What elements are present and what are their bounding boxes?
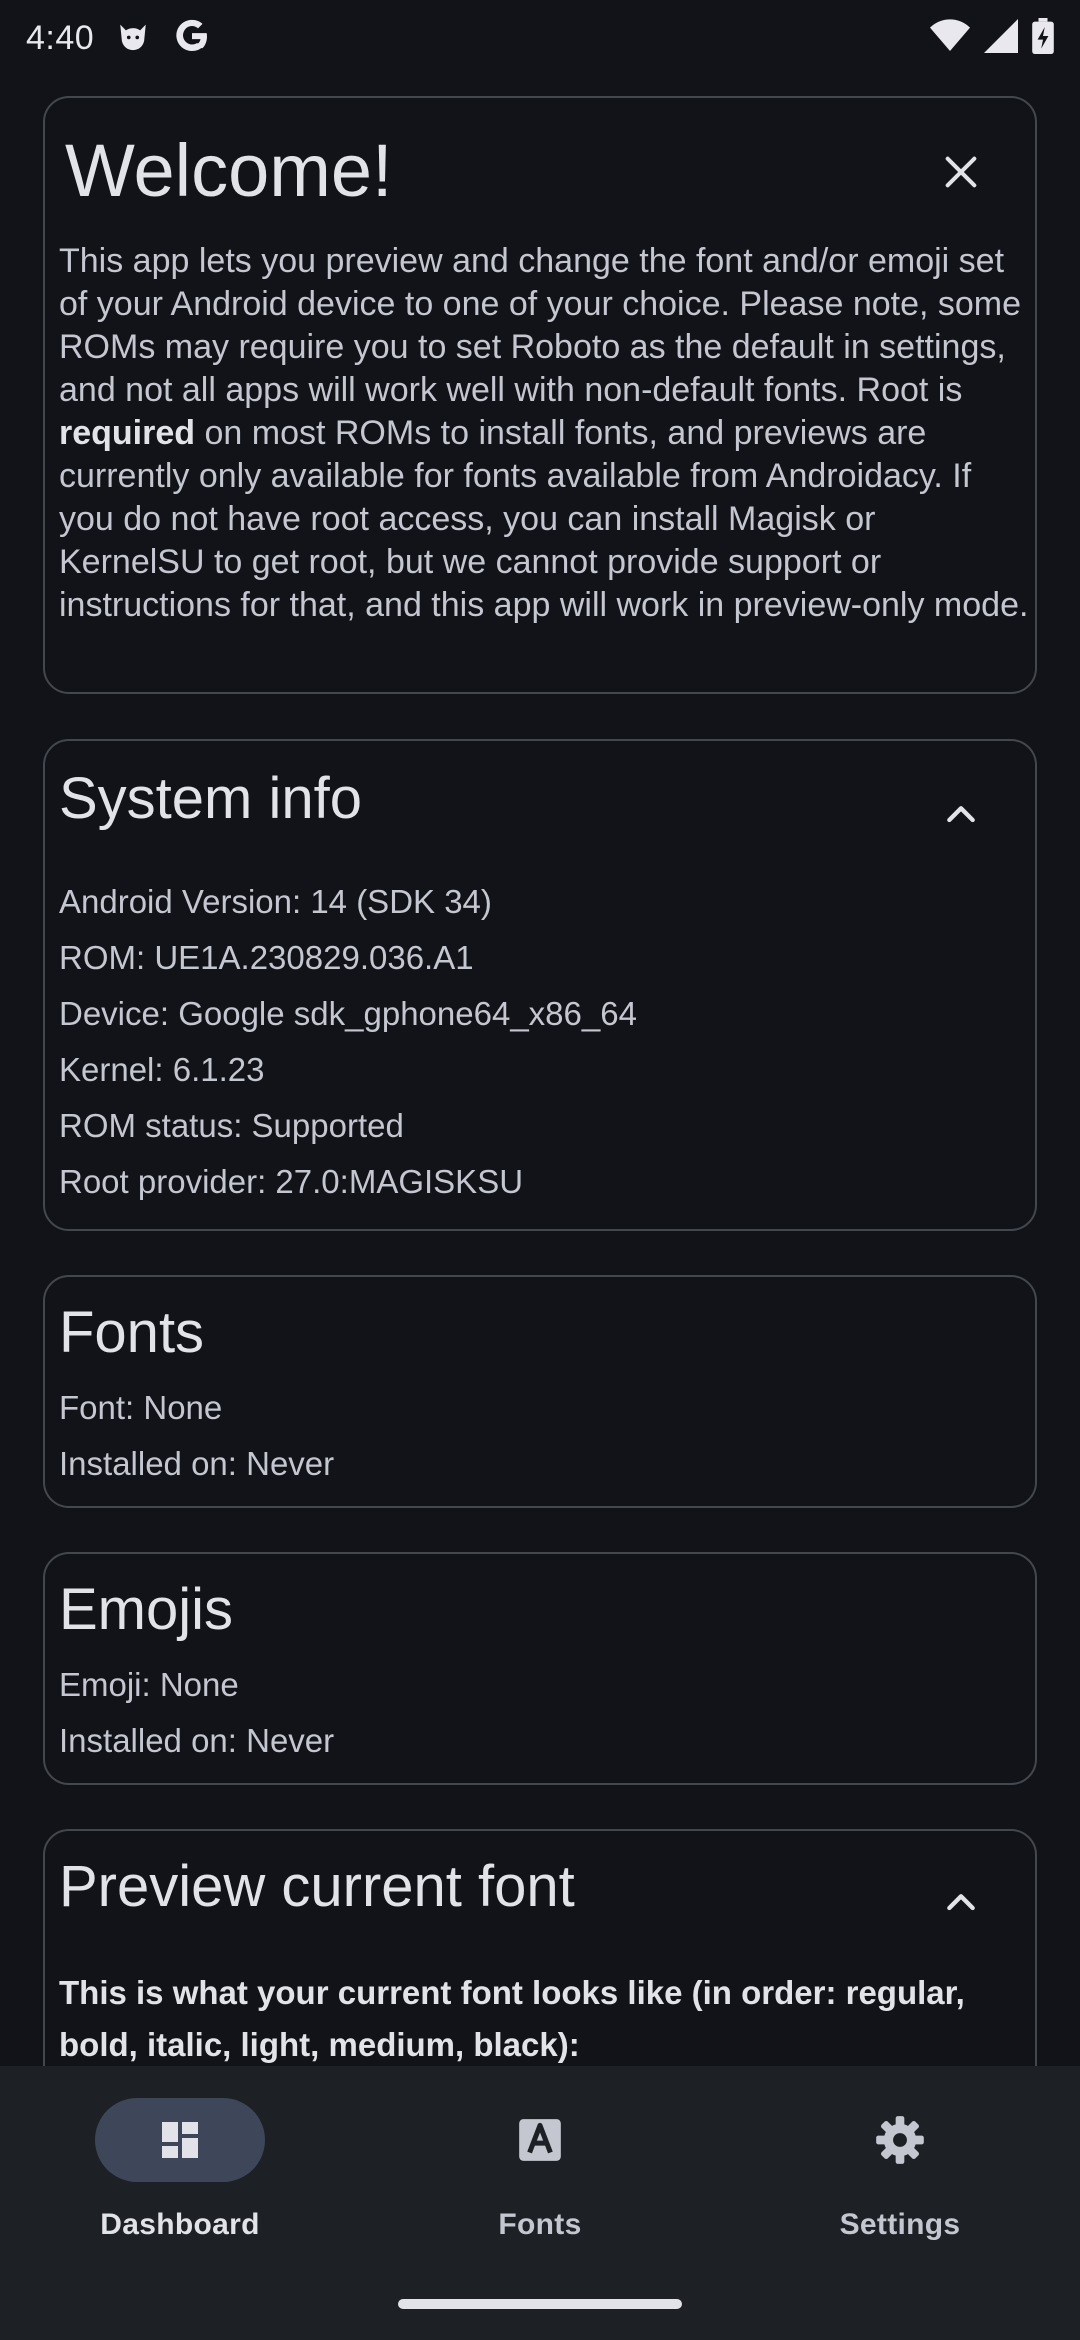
info-android-version: Android Version: 14 (SDK 34) xyxy=(59,883,492,920)
preview-font-title: Preview current font xyxy=(59,1854,575,1919)
close-button[interactable] xyxy=(925,136,997,208)
fonts-title: Fonts xyxy=(59,1300,205,1365)
cat-face-icon xyxy=(116,19,150,58)
status-time: 4:40 xyxy=(26,18,95,57)
collapse-system-info-button[interactable] xyxy=(925,779,997,851)
welcome-text: This app lets you preview and change the… xyxy=(59,240,1029,627)
collapse-preview-button[interactable] xyxy=(925,1867,997,1939)
chevron-up-icon xyxy=(947,806,975,823)
dashboard-icon xyxy=(162,2122,198,2158)
info-rom: ROM: UE1A.230829.036.A1 xyxy=(59,939,474,976)
status-left: 4:40 xyxy=(26,16,212,61)
info-root-provider: Root provider: 27.0:MAGISKSU xyxy=(59,1163,524,1200)
nav-label-dashboard: Dashboard xyxy=(100,2208,260,2241)
battery-charging-icon xyxy=(1032,17,1054,59)
font-installed-on: Installed on: Never xyxy=(59,1445,335,1482)
gesture-navigation-bar[interactable] xyxy=(398,2299,682,2309)
gear-icon xyxy=(876,2116,924,2164)
nav-icon-container xyxy=(455,2098,625,2182)
nav-active-indicator xyxy=(95,2098,265,2182)
preview-font-card: Preview current font This is what your c… xyxy=(43,1829,1037,2066)
fonts-card[interactable]: Fonts Font: None Installed on: Never xyxy=(43,1275,1037,1508)
nav-item-dashboard[interactable]: Dashboard xyxy=(0,2066,360,2266)
google-g-icon xyxy=(172,16,212,61)
screen: 4:40 Welcome! This app lets you preview … xyxy=(0,0,1080,2340)
wifi-icon xyxy=(930,18,970,58)
info-kernel: Kernel: 6.1.23 xyxy=(59,1051,265,1088)
emoji-installed-on: Installed on: Never xyxy=(59,1722,335,1759)
dashboard-content[interactable]: Welcome! This app lets you preview and c… xyxy=(0,76,1080,2066)
emojis-title: Emojis xyxy=(59,1577,234,1642)
emojis-card[interactable]: Emojis Emoji: None Installed on: Never xyxy=(43,1552,1037,1785)
info-rom-status: ROM status: Supported xyxy=(59,1107,404,1144)
nav-item-fonts[interactable]: Fonts xyxy=(360,2066,720,2266)
system-info-card: System info Android Version: 14 (SDK 34)… xyxy=(43,739,1037,1231)
nav-item-settings[interactable]: Settings xyxy=(720,2066,1080,2266)
font-a-icon xyxy=(519,2119,561,2161)
welcome-text-part-1: This app lets you preview and change the… xyxy=(59,242,1022,409)
close-icon xyxy=(945,156,977,188)
welcome-card: Welcome! This app lets you preview and c… xyxy=(43,96,1037,694)
nav-label-fonts: Fonts xyxy=(498,2208,582,2241)
status-right xyxy=(930,17,1054,59)
welcome-text-part-2: on most ROMs to install fonts, and previ… xyxy=(59,414,1029,624)
chevron-up-icon xyxy=(947,1894,975,1911)
system-info-title: System info xyxy=(59,766,362,831)
nav-icon-container xyxy=(815,2098,985,2182)
preview-font-description: This is what your current font looks lik… xyxy=(59,1974,965,2063)
emoji-status: Emoji: None xyxy=(59,1666,239,1703)
welcome-title: Welcome! xyxy=(65,129,393,212)
status-bar: 4:40 xyxy=(0,0,1080,76)
welcome-text-bold: required xyxy=(59,414,196,452)
signal-icon xyxy=(984,18,1018,58)
info-device: Device: Google sdk_gphone64_x86_64 xyxy=(59,995,637,1032)
nav-label-settings: Settings xyxy=(839,2208,961,2241)
font-status: Font: None xyxy=(59,1389,223,1426)
bottom-navigation: Dashboard Fonts Settings xyxy=(0,2066,1080,2340)
